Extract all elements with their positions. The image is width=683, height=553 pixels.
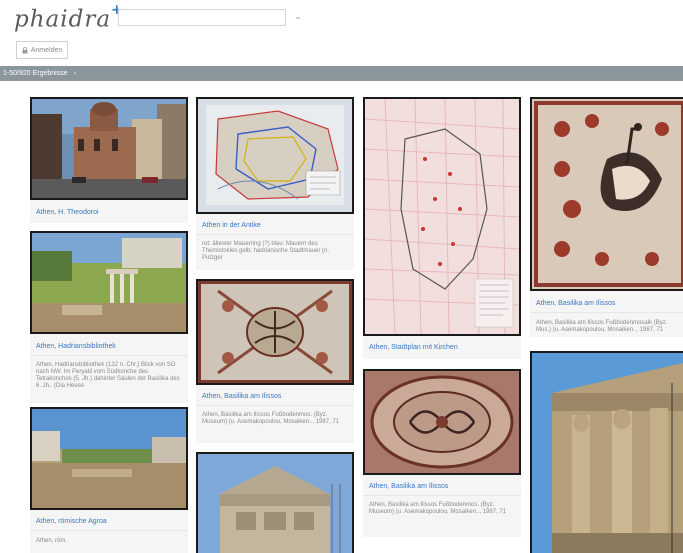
library-ruins-photo — [32, 233, 186, 332]
divider — [30, 355, 188, 356]
logo-text: phaidra — [14, 6, 112, 33]
card-title[interactable]: Athen, H. Theodoroi — [36, 209, 99, 216]
card-description: Athen, Basilika am Ilissos Fußbodenmosai… — [536, 320, 668, 333]
thumbnail-image[interactable] — [196, 452, 354, 553]
card-title[interactable]: Athen, Basilika am Ilissos — [202, 393, 281, 400]
card-description: Athen, röm. — [36, 538, 68, 544]
thumbnail-image[interactable] — [30, 231, 188, 334]
login-label: Anmelden — [30, 46, 63, 54]
chevron-down-icon[interactable]: ⌄ — [294, 11, 302, 22]
divider — [30, 530, 188, 531]
result-card[interactable] — [196, 452, 354, 553]
thumbnail-image[interactable] — [30, 407, 188, 510]
result-card[interactable] — [530, 351, 683, 553]
card-title[interactable]: Athen, Hadriansbibliothek — [36, 343, 116, 350]
divider — [530, 312, 683, 313]
card-description: Athen, Basilika am Ilissos Fußbodenmos. … — [369, 502, 507, 515]
divider — [363, 495, 521, 496]
result-card[interactable]: Athen in der Antike rot: ältester Mauerr… — [196, 97, 354, 270]
peacock-mosaic-photo — [532, 99, 683, 289]
card-title[interactable]: Athen, römische Agroa — [36, 518, 107, 525]
card-title[interactable]: Athen, Basilika am Ilissos — [369, 483, 448, 490]
header: phaidra+ ⌄ Anmelden — [0, 0, 683, 66]
mosaic-photo — [198, 281, 352, 383]
lock-icon — [22, 46, 28, 53]
divider — [196, 234, 354, 235]
thumbnail-image[interactable] — [363, 97, 521, 336]
result-card[interactable]: Athen, Hadriansbibliothek Athen, Hadrian… — [30, 231, 188, 403]
church-photo — [32, 99, 186, 198]
thumbnail-image[interactable] — [196, 279, 354, 385]
card-title[interactable]: Athen in der Antike — [202, 222, 261, 229]
card-title[interactable]: Athen, Basilika am Ilissos — [536, 300, 615, 307]
result-card[interactable]: Athen, römische Agroa Athen, röm. — [30, 407, 188, 553]
result-card[interactable]: Athen, Basilika am Ilissos Athen, Basili… — [530, 97, 683, 337]
divider — [196, 405, 354, 406]
result-card[interactable]: Athen, H. Theodoroi — [30, 97, 188, 223]
thumbnail-image[interactable] — [530, 97, 683, 291]
agora-photo — [32, 409, 186, 508]
card-description: Athen, Basilika am Ilissos Fußbodenmos. … — [202, 412, 340, 425]
results-bar: 1-50/920 Ergebnisse › — [0, 66, 683, 81]
results-grid: Athen, H. Theodoroi Athen, Hadriansbibli… — [0, 81, 683, 553]
thumbnail-image[interactable] — [196, 97, 354, 214]
search-input[interactable] — [118, 9, 286, 26]
card-description: Athen, Hadriansbibliothek (132 n. Chr.) … — [36, 362, 180, 389]
card-title[interactable]: Athen, Stadtplan mit Kirchen — [369, 344, 458, 351]
card-description: rot: ältester Mauerring (?) blau: Mauern… — [202, 241, 330, 261]
result-card[interactable]: Athen, Basilika am Ilissos Athen, Basili… — [196, 279, 354, 443]
caryatids-photo — [532, 353, 683, 553]
result-card[interactable]: Athen, Stadtplan mit Kirchen — [363, 97, 521, 359]
thumbnail-image[interactable] — [30, 97, 188, 200]
ancient-athens-map — [198, 99, 352, 212]
thumbnail-image[interactable] — [363, 369, 521, 475]
city-map-churches — [365, 99, 519, 334]
chevron-right-icon[interactable]: › — [74, 70, 76, 77]
mosaic-photo — [365, 371, 519, 473]
result-card[interactable]: Athen, Basilika am Ilissos Athen, Basili… — [363, 369, 521, 537]
thumbnail-image[interactable] — [530, 351, 683, 553]
results-count: 1-50/920 Ergebnisse — [3, 70, 68, 77]
phaidra-logo[interactable]: phaidra+ — [14, 2, 124, 33]
tower-of-winds-photo — [198, 454, 352, 553]
login-button[interactable]: Anmelden — [16, 41, 68, 59]
